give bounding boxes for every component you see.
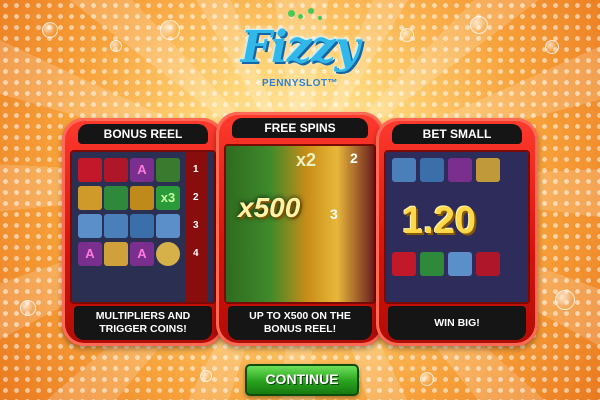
bonus-reel-image: A x3 A A 1 2 3 4: [70, 150, 216, 304]
fizz-dot: [288, 10, 295, 17]
multiplier-symbol: x3: [156, 186, 180, 210]
gem-symbol: [78, 158, 102, 182]
card-title: BONUS REEL: [78, 124, 208, 144]
card-description: UP TO X500 ON THE BONUS REEL!: [228, 306, 372, 340]
gem-symbol: [104, 158, 128, 182]
wild-symbol: [156, 158, 180, 182]
bet-small-image: 1.20: [384, 150, 530, 304]
gem-symbol: [78, 214, 102, 238]
game-logo: Fizzy PENNYSLOT™: [230, 8, 370, 98]
bottle-symbol: [476, 158, 500, 182]
win-amount: 1.20: [402, 200, 476, 242]
bottle-symbol: [104, 242, 128, 266]
gem-symbol: [448, 252, 472, 276]
reel-grid: A x3 A A 1 2 3 4: [72, 152, 214, 302]
gem-symbol: [392, 252, 416, 276]
big-multiplier: x500: [238, 192, 301, 223]
bubble: [110, 40, 122, 52]
reel-number: 1: [193, 164, 199, 175]
gem-symbol: [448, 158, 472, 182]
card-description: WIN BIG!: [388, 306, 526, 340]
bubble: [555, 290, 575, 310]
continue-button[interactable]: CONTINUE: [245, 364, 359, 396]
letter-symbol: A: [78, 242, 102, 266]
gem-symbol: [130, 186, 154, 210]
feature-card-bet-small: BET SMALL 1.20 WIN BIG!: [376, 118, 538, 346]
gem-symbol: [476, 252, 500, 276]
reel-number: 4: [193, 248, 199, 259]
bottle-symbol: [420, 158, 444, 182]
reel-number: 3: [330, 206, 338, 222]
multiplier-top: x2: [296, 150, 317, 170]
card-description: MULTIPLIERS AND TRIGGER COINS!: [74, 306, 212, 340]
logo-subtitle: PENNYSLOT™: [261, 78, 339, 89]
bubble: [160, 20, 180, 40]
coin-symbol: [156, 242, 180, 266]
letter-symbol: A: [130, 242, 154, 266]
bubble: [200, 370, 212, 382]
reel-scene: 1.20: [386, 152, 528, 302]
bubble: [20, 300, 36, 316]
gem-symbol: [392, 158, 416, 182]
fizz-dot: [308, 8, 314, 14]
wild-symbol: [104, 186, 128, 210]
reel-number: 2: [350, 150, 358, 166]
feature-card-free-spins: FREE SPINS x2 2 x500 3 UP TO X500 ON THE…: [216, 112, 384, 346]
gem-symbol: [104, 214, 128, 238]
card-title: BET SMALL: [392, 124, 522, 144]
reel-number: 3: [193, 220, 199, 231]
bottle-symbol: [78, 186, 102, 210]
gem-symbol: [130, 214, 154, 238]
gem-symbol: [156, 214, 180, 238]
bubble: [42, 22, 58, 38]
feature-card-bonus-reel: BONUS REEL A x3 A A 1 2 3 4 MULTIPLIERS …: [62, 118, 224, 346]
bubble: [400, 28, 414, 42]
logo-title: Fizzy: [240, 22, 361, 73]
fizz-dot: [318, 16, 322, 20]
bubble: [545, 40, 559, 54]
bubble: [420, 372, 434, 386]
free-spins-image: x2 2 x500 3: [224, 144, 376, 304]
reel-number: 2: [193, 192, 199, 203]
fizz-dot: [298, 14, 303, 19]
reel-scene: x2 2 x500 3: [226, 146, 374, 302]
card-title: FREE SPINS: [232, 118, 368, 138]
letter-symbol: A: [130, 158, 154, 182]
wild-symbol: [420, 252, 444, 276]
bubble: [470, 16, 488, 34]
